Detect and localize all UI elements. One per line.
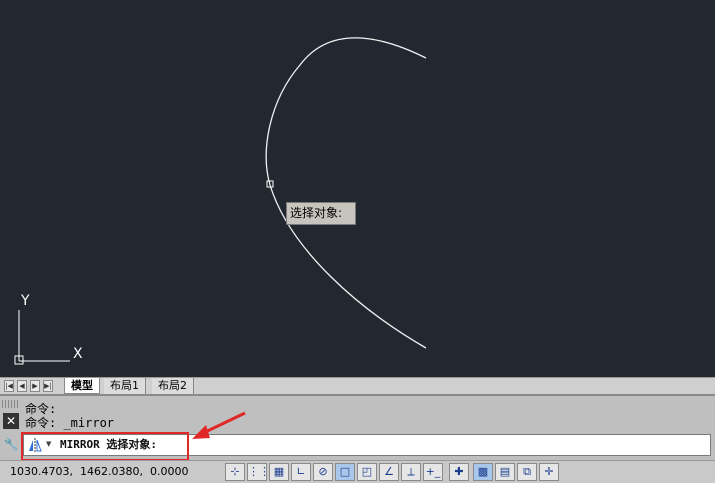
tab-nav-prev-button[interactable]: ◀: [17, 380, 27, 392]
tab-model[interactable]: 模型: [64, 378, 100, 394]
3d-osnap-icon[interactable]: ◰: [357, 463, 377, 481]
autocad-window: Y X 选择对象: |◀ ◀ ▶ ▶| 模型 布局1 布局2 ✕ 🔧 命令: 命…: [0, 0, 715, 483]
quick-properties-icon[interactable]: ▤: [495, 463, 515, 481]
infer-constraints-icon[interactable]: ⊹: [225, 463, 245, 481]
transparency-icon[interactable]: ▩: [473, 463, 493, 481]
wrench-icon[interactable]: 🔧: [3, 436, 19, 452]
tab-nav-first-button[interactable]: |◀: [4, 380, 14, 392]
command-history: 命令: 命令: _mirror: [25, 402, 705, 432]
selection-cycling-icon[interactable]: ⧉: [517, 463, 537, 481]
history-line: 命令:: [25, 402, 57, 416]
ucs-x-label: X: [73, 346, 83, 362]
drawing-canvas[interactable]: Y X 选择对象:: [0, 0, 715, 377]
tab-nav-next-button[interactable]: ▶: [30, 380, 40, 392]
grid-icon[interactable]: ▦: [269, 463, 289, 481]
ucs-icon: [14, 310, 70, 365]
status-bar: 1030.4703, 1462.0380, 0.0000 ⊹ ⋮⋮ ▦ ∟ ⊘ …: [0, 460, 715, 483]
annotation-highlight-box: [21, 432, 189, 461]
snap-icon[interactable]: ⋮⋮: [247, 463, 270, 481]
ducs-icon[interactable]: ⟂: [401, 463, 421, 481]
coordinate-readout[interactable]: 1030.4703, 1462.0380, 0.0000: [10, 465, 188, 478]
selected-curve[interactable]: [265, 37, 427, 349]
tab-nav-last-button[interactable]: ▶|: [43, 380, 53, 392]
ucs-y-label: Y: [20, 293, 30, 309]
osnap-icon[interactable]: □: [335, 463, 355, 481]
tab-layout2[interactable]: 布局2: [152, 378, 194, 394]
layout-tab-bar: |◀ ◀ ▶ ▶| 模型 布局1 布局2: [0, 377, 715, 395]
lineweight-icon[interactable]: ✚: [449, 463, 469, 481]
drawing-svg: Y X: [14, 37, 427, 365]
otrack-icon[interactable]: ∠: [379, 463, 399, 481]
panel-grip-handle[interactable]: [2, 400, 20, 408]
dynamic-input-tooltip: 选择对象:: [286, 202, 356, 225]
tab-layout1[interactable]: 布局1: [104, 378, 146, 394]
polar-icon[interactable]: ⊘: [313, 463, 333, 481]
dyn-icon[interactable]: +_: [423, 463, 443, 481]
close-icon[interactable]: ✕: [3, 413, 19, 429]
history-line: 命令: _mirror: [25, 416, 115, 430]
annotation-monitor-icon[interactable]: ✛: [539, 463, 559, 481]
ortho-icon[interactable]: ∟: [291, 463, 311, 481]
